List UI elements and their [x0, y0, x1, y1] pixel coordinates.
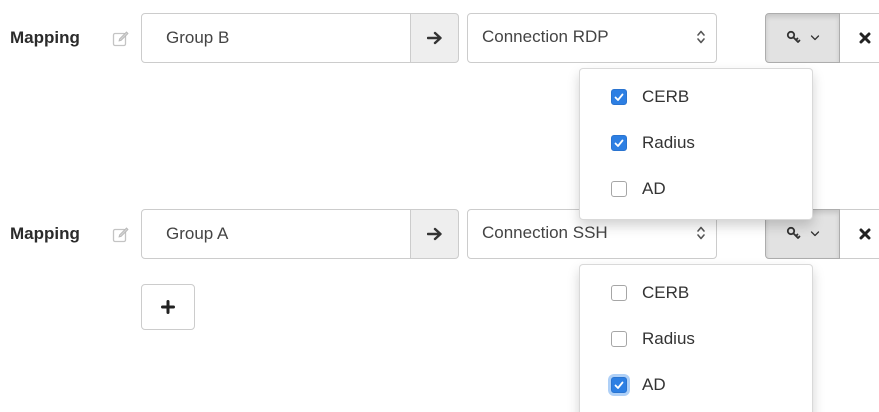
group-input-value: Group B — [166, 28, 230, 47]
close-icon — [859, 32, 870, 44]
key-icon — [786, 226, 800, 239]
connection-select[interactable]: Connection RDP — [467, 13, 717, 63]
remove-mapping-button[interactable] — [840, 209, 879, 259]
group-input-value: Group A — [166, 224, 229, 243]
checkbox[interactable] — [611, 181, 627, 197]
group-input[interactable]: Group B — [141, 13, 411, 63]
add-mapping-button[interactable] — [141, 284, 195, 330]
auth-option-cerb[interactable]: CERB — [580, 270, 812, 316]
edit-icon[interactable] — [112, 226, 130, 244]
mapping-row: Mapping Group B Connection RDP — [0, 13, 879, 65]
checkbox[interactable] — [611, 89, 627, 105]
auth-dropdown-menu: CERB Radius AD — [579, 68, 813, 220]
auth-dropdown-menu: CERB Radius AD — [579, 264, 813, 412]
sort-caret-icon — [697, 30, 705, 44]
chevron-down-icon — [810, 231, 819, 237]
auth-option-ad[interactable]: AD — [580, 362, 812, 408]
remove-mapping-button[interactable] — [840, 13, 879, 63]
auth-option-ad[interactable]: AD — [580, 166, 812, 212]
checkbox[interactable] — [611, 331, 627, 347]
group-input[interactable]: Group A — [141, 209, 411, 259]
auth-option-label: Radius — [642, 329, 695, 348]
auth-option-label: CERB — [642, 87, 690, 106]
auth-option-radius[interactable]: Radius — [580, 120, 812, 166]
checkbox[interactable] — [611, 285, 627, 301]
checkbox[interactable] — [611, 135, 627, 151]
checkbox[interactable] — [611, 377, 627, 393]
mapping-editor: Mapping Group B Connection RDP CERB Radi… — [0, 0, 879, 412]
auth-option-cerb[interactable]: CERB — [580, 74, 812, 120]
mapping-label: Mapping — [10, 224, 80, 243]
connection-select-value: Connection SSH — [482, 223, 608, 242]
edit-icon[interactable] — [112, 30, 130, 48]
arrow-right-icon — [410, 13, 459, 63]
auth-option-label: CERB — [642, 283, 690, 302]
plus-icon — [161, 300, 175, 314]
auth-dropdown-button[interactable] — [765, 13, 840, 63]
mapping-label: Mapping — [10, 28, 80, 47]
connection-select-value: Connection RDP — [482, 27, 609, 46]
arrow-right-icon — [410, 209, 459, 259]
chevron-down-icon — [810, 35, 819, 41]
auth-option-label: AD — [642, 375, 666, 394]
auth-option-label: AD — [642, 179, 666, 198]
key-icon — [786, 30, 800, 43]
sort-caret-icon — [697, 226, 705, 240]
auth-option-label: Radius — [642, 133, 695, 152]
close-icon — [859, 228, 870, 240]
auth-option-radius[interactable]: Radius — [580, 316, 812, 362]
